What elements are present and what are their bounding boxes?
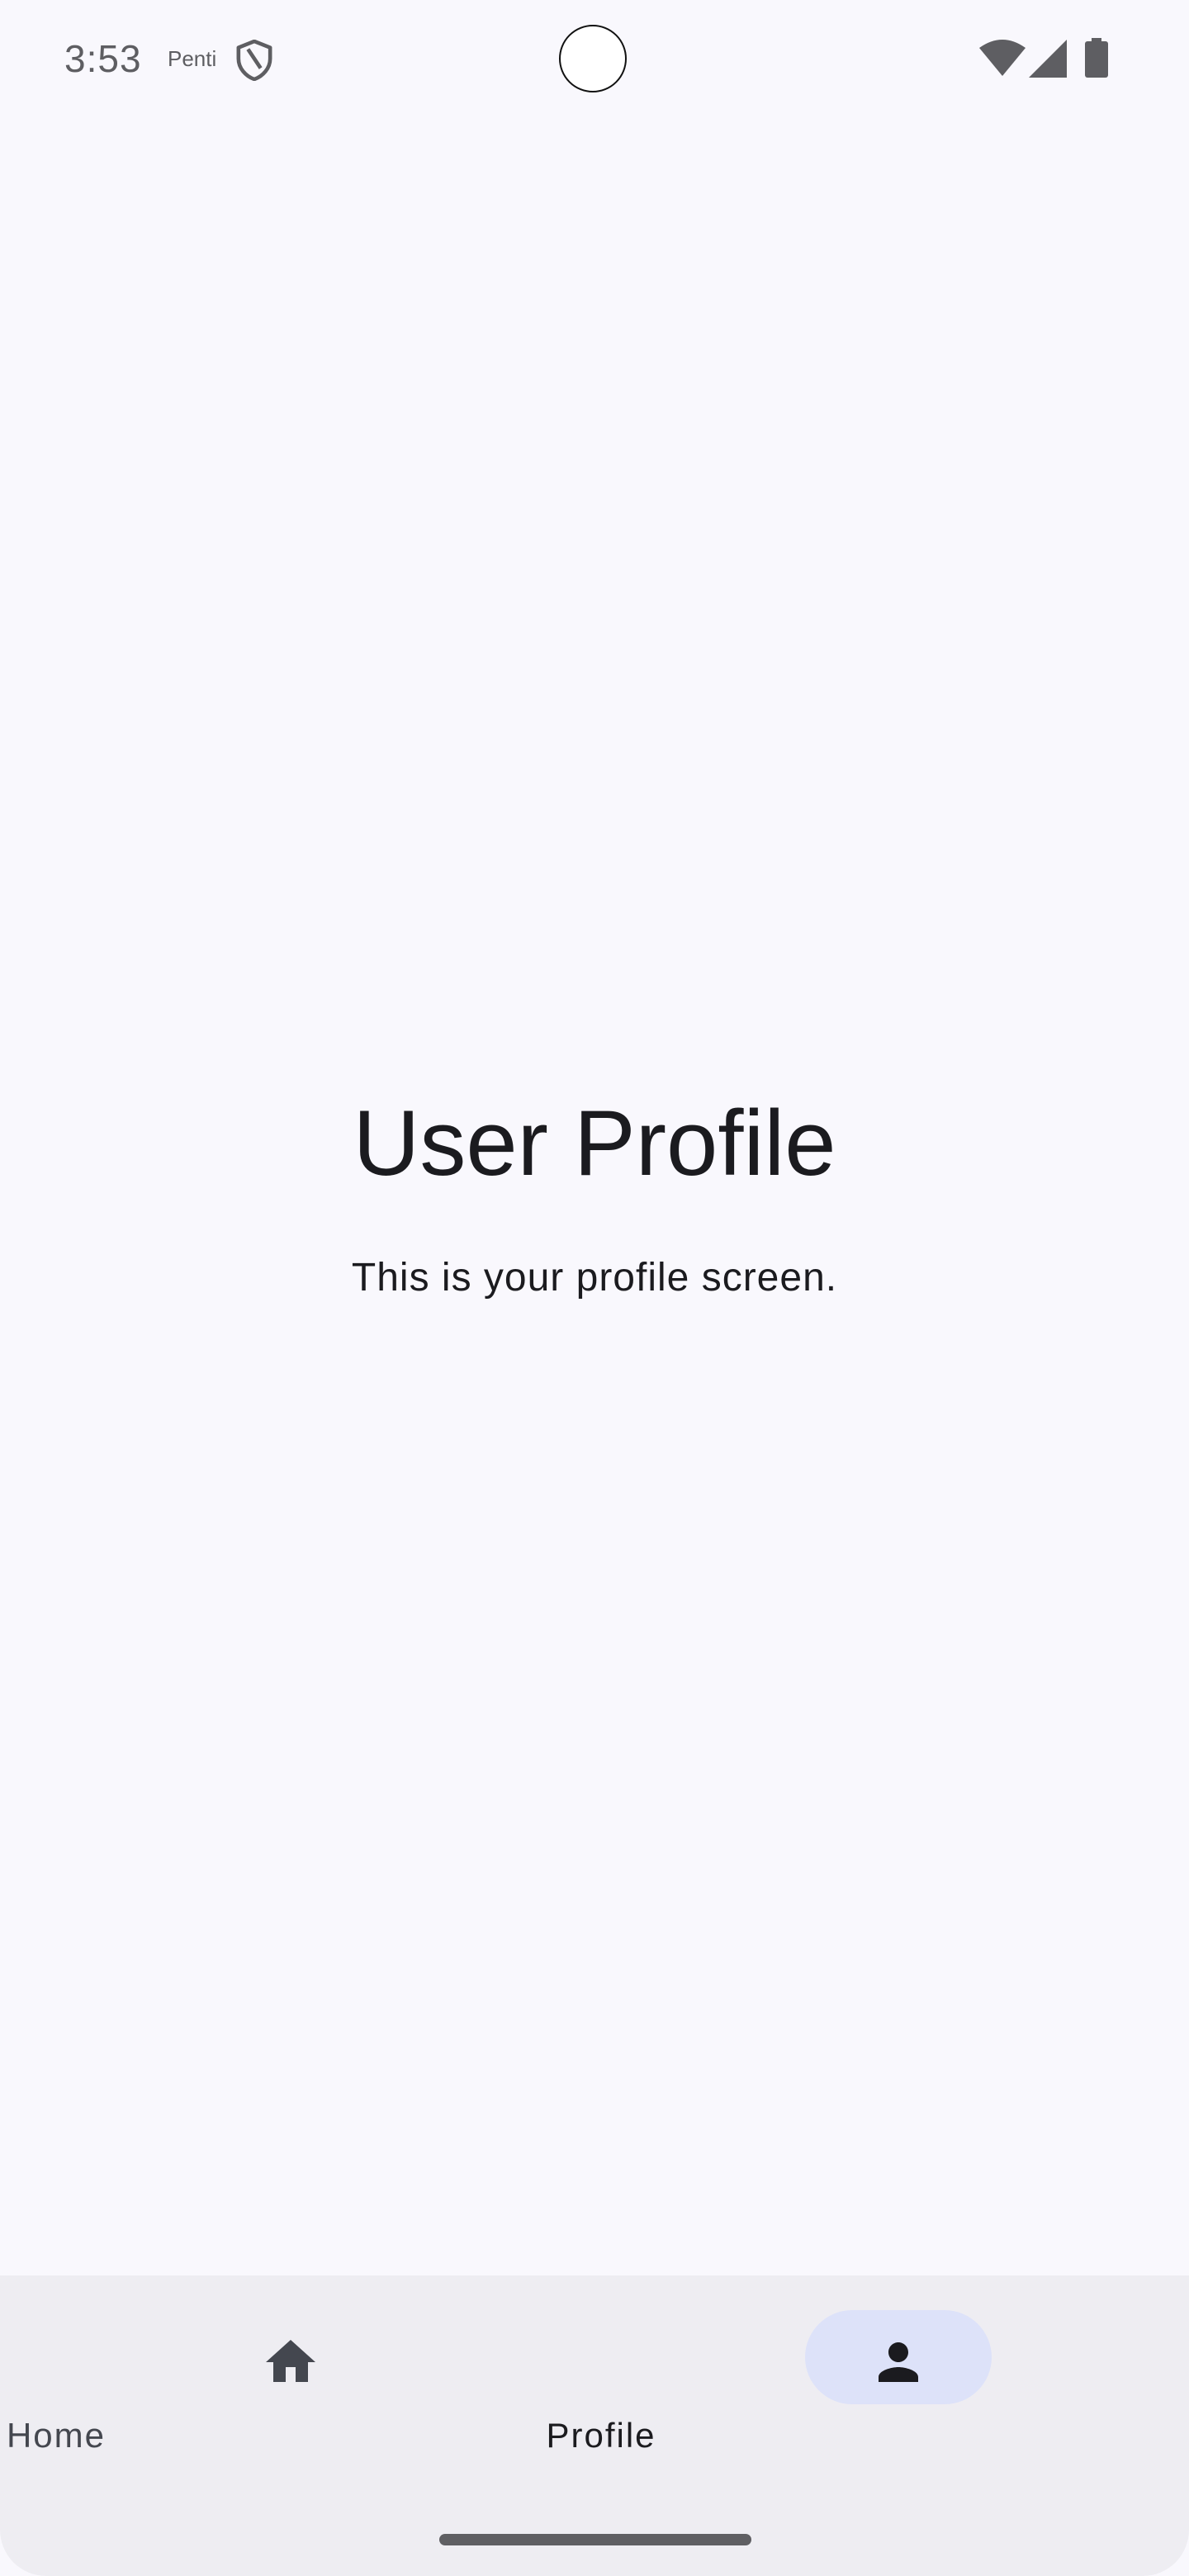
cell-signal-icon — [1029, 40, 1067, 78]
phone-screen: 3:53 Penti User Profile This is your pro… — [0, 0, 1189, 2576]
shield-icon — [236, 40, 272, 81]
home-icon — [266, 2340, 315, 2382]
gesture-navigation-handle[interactable] — [439, 2534, 751, 2545]
nav-label-profile: Profile — [546, 2416, 656, 2455]
nav-item-profile[interactable]: Profile — [546, 2275, 1189, 2482]
status-time: 3:53 — [64, 37, 142, 80]
page-subtitle: This is your profile screen. — [351, 1256, 838, 1300]
wifi-icon — [979, 40, 1026, 76]
page-title: User Profile — [353, 1091, 836, 1195]
person-icon — [879, 2342, 918, 2382]
bottom-navigation-bar: Home Profile — [0, 2275, 1189, 2576]
nav-label-home: Home — [6, 2416, 107, 2455]
battery-icon — [1085, 38, 1108, 78]
camera-cutout — [559, 25, 627, 92]
status-bar: 3:53 Penti — [0, 0, 1189, 122]
status-carrier: Penti — [168, 46, 217, 71]
